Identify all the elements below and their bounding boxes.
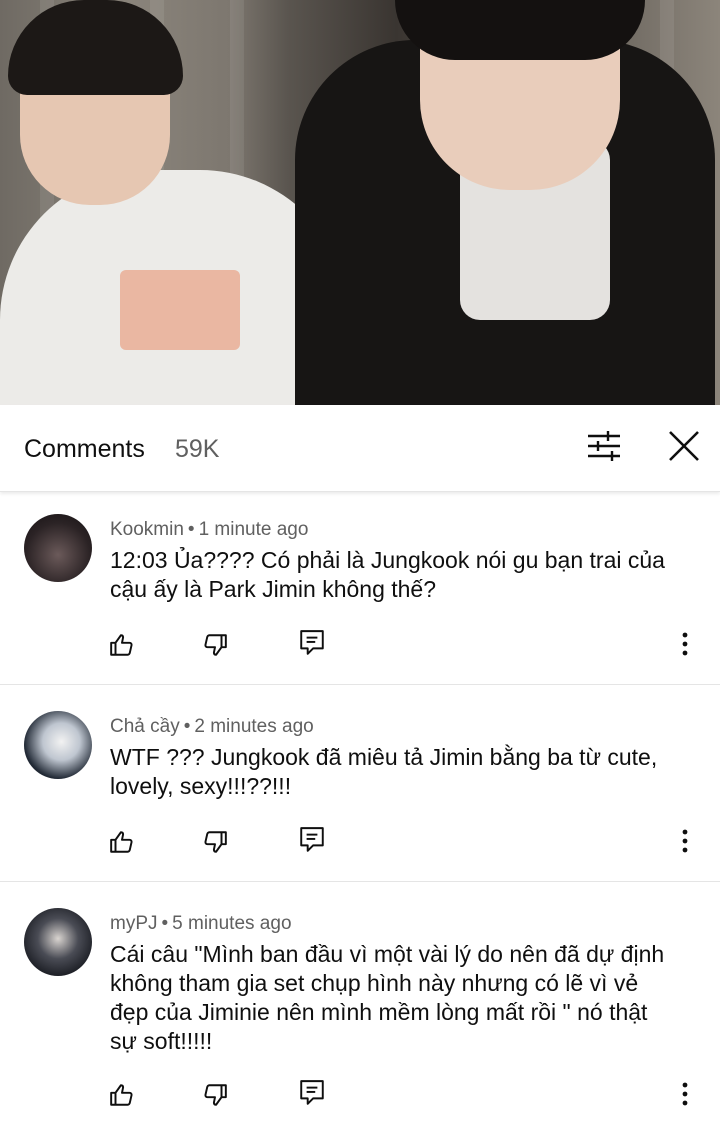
comment-meta: Chả cầy • 2 minutes ago bbox=[110, 716, 314, 737]
comment-line: WTF ??? Jungkook đã miêu tả Jimin bằng b… bbox=[110, 744, 658, 770]
divider bbox=[0, 881, 720, 882]
comment-line: lovely, sexy!!!??!!! bbox=[110, 773, 292, 799]
comment-time: 1 minute ago bbox=[198, 519, 309, 540]
comments-title: Comments bbox=[24, 435, 145, 463]
comment-meta: myPJ • 5 minutes ago bbox=[110, 913, 292, 934]
reply-comment-icon bbox=[300, 827, 324, 852]
reply-comment-icon bbox=[300, 630, 324, 655]
divider bbox=[0, 684, 720, 685]
comment-text: WTF ??? Jungkook đã miêu tả Jimin bằng b… bbox=[110, 743, 690, 801]
more-options-button[interactable] bbox=[670, 629, 700, 659]
filter-button[interactable] bbox=[580, 422, 628, 470]
comment-line: 12:03 Ủa???? Có phải là Jungkook nói gu … bbox=[110, 547, 665, 573]
comment-line: không tham gia set chụp hình này nhưng c… bbox=[110, 970, 639, 996]
comment-text: 12:03 Ủa???? Có phải là Jungkook nói gu … bbox=[110, 546, 690, 604]
comment-time: 5 minutes ago bbox=[172, 913, 292, 934]
thumbs-down-icon bbox=[204, 831, 227, 853]
avatar[interactable] bbox=[24, 908, 92, 976]
more-vert-icon bbox=[682, 1082, 688, 1106]
reply-comment-icon bbox=[300, 1080, 324, 1105]
thumbs-down-icon bbox=[204, 1084, 227, 1106]
comment-text: Cái câu "Mình ban đầu vì một vài lý do n… bbox=[110, 940, 690, 1056]
comments-count: 59K bbox=[175, 435, 220, 463]
comment-time: 2 minutes ago bbox=[194, 716, 314, 737]
reply-button[interactable] bbox=[298, 1079, 326, 1107]
comment-author[interactable]: Chả cầy bbox=[110, 716, 180, 737]
thumbs-up-icon bbox=[110, 831, 133, 853]
comment-meta: Kookmin • 1 minute ago bbox=[110, 519, 309, 540]
comment-line: sự soft!!!!! bbox=[110, 1028, 213, 1054]
like-button[interactable] bbox=[108, 631, 136, 659]
comment-line: cậu ấy là Park Jimin không thế? bbox=[110, 576, 437, 602]
dislike-button[interactable] bbox=[201, 1081, 229, 1109]
reply-button[interactable] bbox=[298, 629, 326, 657]
comment-author[interactable]: Kookmin bbox=[110, 519, 184, 540]
comment-author[interactable]: myPJ bbox=[110, 913, 158, 934]
person-right-hair bbox=[395, 0, 645, 60]
more-vert-icon bbox=[682, 829, 688, 853]
thumbs-up-icon bbox=[110, 1084, 133, 1106]
video-player[interactable] bbox=[0, 0, 720, 405]
comment-line: Cái câu "Mình ban đầu vì một vài lý do n… bbox=[110, 941, 665, 967]
avatar[interactable] bbox=[24, 514, 92, 582]
close-button[interactable] bbox=[660, 422, 708, 470]
more-options-button[interactable] bbox=[670, 1079, 700, 1109]
dislike-button[interactable] bbox=[201, 828, 229, 856]
avatar[interactable] bbox=[24, 711, 92, 779]
tune-icon bbox=[588, 431, 620, 461]
like-button[interactable] bbox=[108, 828, 136, 856]
more-options-button[interactable] bbox=[670, 826, 700, 856]
thumbs-up-icon bbox=[110, 634, 133, 656]
shirt-print bbox=[120, 270, 240, 350]
more-vert-icon bbox=[682, 632, 688, 656]
like-button[interactable] bbox=[108, 1081, 136, 1109]
thumbs-down-icon bbox=[204, 634, 227, 656]
comment-line: đẹp của Jiminie nên mình mềm lòng mất rồ… bbox=[110, 999, 648, 1025]
dislike-button[interactable] bbox=[201, 631, 229, 659]
close-icon bbox=[669, 431, 699, 461]
reply-button[interactable] bbox=[298, 826, 326, 854]
